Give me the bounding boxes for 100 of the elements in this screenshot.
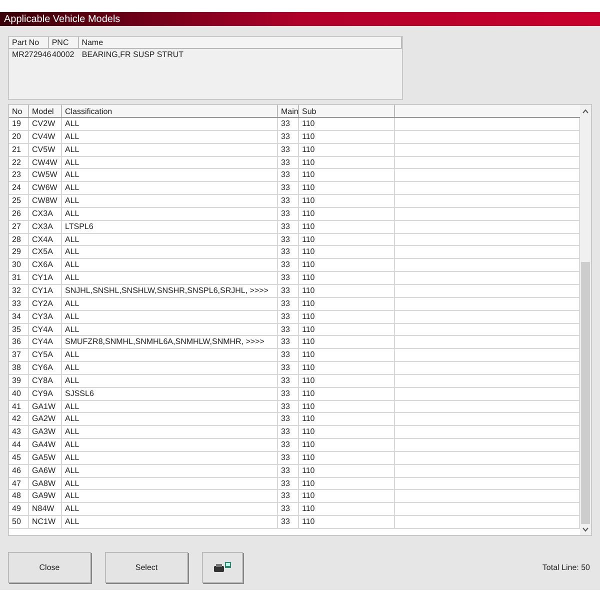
table-cell: 33 xyxy=(278,182,299,194)
table-cell: 33 xyxy=(278,439,299,451)
table-cell: 33 xyxy=(278,503,299,516)
table-cell: ALL xyxy=(62,195,278,207)
table-cell: 33 xyxy=(278,272,299,284)
table-cell: ALL xyxy=(62,400,278,412)
table-cell: GA5W xyxy=(29,452,62,464)
table-cell: 110 xyxy=(299,336,395,348)
table-cell: 33 xyxy=(278,298,299,310)
table-cell: 22 xyxy=(9,156,29,168)
scrollbar-thumb[interactable] xyxy=(581,262,590,524)
scrollbar[interactable] xyxy=(580,105,591,535)
table-cell: 46 xyxy=(9,464,29,477)
table-cell: 110 xyxy=(299,310,395,322)
table-cell: GA9W xyxy=(29,490,62,502)
table-cell: CY8A xyxy=(29,374,62,387)
table-cell: CX6A xyxy=(29,259,62,272)
table-cell: ALL xyxy=(62,234,278,246)
table-cell: 110 xyxy=(299,220,395,233)
table-cell: GA3W xyxy=(29,426,62,438)
table-cell: ALL xyxy=(62,118,278,130)
table-cell: GA1W xyxy=(29,400,62,412)
scroll-up-icon[interactable] xyxy=(582,109,589,114)
table-cell: 33 xyxy=(278,195,299,207)
table-cell: 33 xyxy=(278,144,299,156)
table-cell: 20 xyxy=(9,130,29,143)
table-cell: CX3A xyxy=(29,208,62,220)
column-header: Classification xyxy=(62,105,278,117)
table-cell: CV4W xyxy=(29,130,62,143)
table-cell: 31 xyxy=(9,272,29,284)
table-cell: SMUFZR8,SNMHL,SNMHL6A,SNMHLW,SNMHR, >>>> xyxy=(62,336,278,348)
table-cell: 47 xyxy=(9,478,29,490)
window-title: Applicable Vehicle Models xyxy=(4,12,120,26)
table-cell: NC1W xyxy=(29,516,62,528)
table-cell: 45 xyxy=(9,452,29,464)
table-cell: 21 xyxy=(9,144,29,156)
table-cell: 110 xyxy=(299,413,395,426)
table-cell: 19 xyxy=(9,118,29,130)
table-cell: CW6W xyxy=(29,182,62,194)
table-cell: 110 xyxy=(299,374,395,387)
table-cell: 33 xyxy=(278,413,299,426)
table-cell: 23 xyxy=(9,169,29,182)
table-cell: ALL xyxy=(62,349,278,362)
table-cell: 33 xyxy=(278,388,299,400)
table-cell: CY1A xyxy=(29,272,62,284)
column-header: Part No xyxy=(9,37,49,48)
table-cell: 110 xyxy=(299,324,395,336)
table-cell: 110 xyxy=(299,144,395,156)
table-cell: ALL xyxy=(62,464,278,477)
column-header: Main xyxy=(278,105,299,117)
table-cell: CX4A xyxy=(29,234,62,246)
table-cell: 110 xyxy=(299,516,395,528)
table-cell: 33 xyxy=(278,516,299,528)
column-header: No xyxy=(9,105,29,117)
table-cell: ALL xyxy=(62,182,278,194)
table-cell: 25 xyxy=(9,195,29,207)
print-button[interactable] xyxy=(202,552,243,583)
table-cell: 110 xyxy=(299,234,395,246)
table-cell: 110 xyxy=(299,118,395,130)
table-cell: CW5W xyxy=(29,169,62,182)
table-cell: 110 xyxy=(299,298,395,310)
table-cell: 110 xyxy=(299,246,395,258)
table-cell: 110 xyxy=(299,388,395,400)
table-cell: LTSPL6 xyxy=(62,220,278,233)
table-cell: CV2W xyxy=(29,118,62,130)
table-cell: 42 xyxy=(9,413,29,426)
table-cell: ALL xyxy=(62,298,278,310)
table-cell: 110 xyxy=(299,426,395,438)
table-cell: ALL xyxy=(62,208,278,220)
table-cell: 29 xyxy=(9,246,29,258)
table-cell: 110 xyxy=(299,169,395,182)
table-cell: ALL xyxy=(62,426,278,438)
table-cell: ALL xyxy=(62,169,278,182)
dialog-button[interactable]: Close xyxy=(8,552,91,583)
table-cell: 33 xyxy=(278,208,299,220)
table-cell: ALL xyxy=(62,452,278,464)
table-cell: ALL xyxy=(62,374,278,387)
table-cell: 110 xyxy=(299,464,395,477)
table-cell: 38 xyxy=(9,362,29,374)
table-cell: CW4W xyxy=(29,156,62,168)
table-cell: 33 xyxy=(278,118,299,130)
table-cell: GA6W xyxy=(29,464,62,477)
scroll-down-icon[interactable] xyxy=(582,527,589,532)
dialog-button[interactable]: Select xyxy=(105,552,188,583)
table-cell: ALL xyxy=(62,144,278,156)
table-cell: CY4A xyxy=(29,336,62,348)
table-cell: 33 xyxy=(278,156,299,168)
table-cell: 30 xyxy=(9,259,29,272)
table-cell: 110 xyxy=(299,349,395,362)
table-cell: 33 xyxy=(278,349,299,362)
table-cell: 33 xyxy=(278,234,299,246)
table-cell: 24 xyxy=(9,182,29,194)
table-cell: 33 xyxy=(9,298,29,310)
table-cell: 36 xyxy=(9,336,29,348)
table-cell: 110 xyxy=(299,478,395,490)
table-cell: 110 xyxy=(299,452,395,464)
table-cell: CY1A xyxy=(29,284,62,297)
table-cell: 37 xyxy=(9,349,29,362)
table-cell: 110 xyxy=(299,259,395,272)
printer-icon xyxy=(214,562,232,573)
